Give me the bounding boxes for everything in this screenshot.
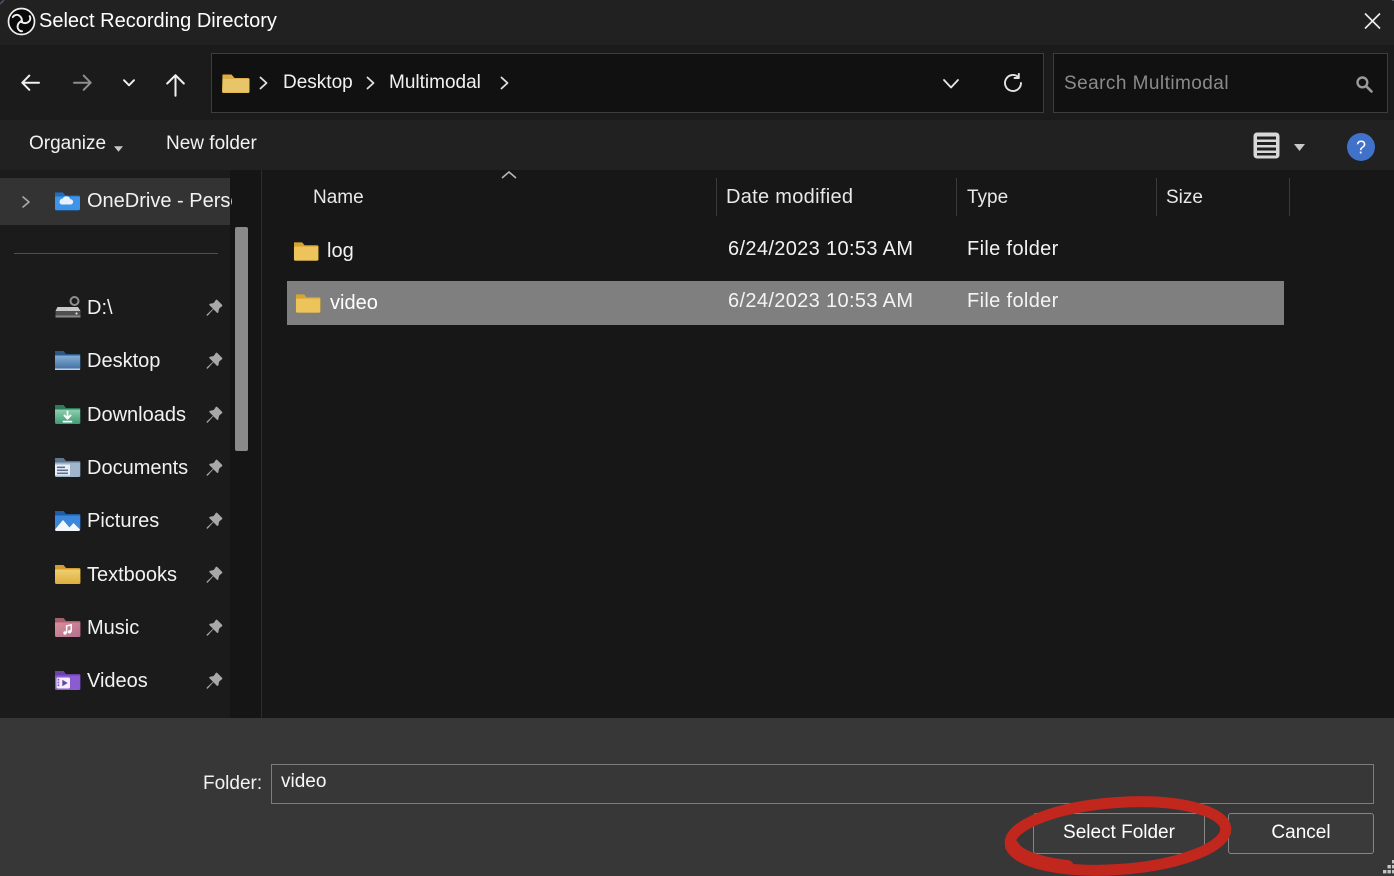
svg-text:?: ? bbox=[1356, 138, 1366, 158]
